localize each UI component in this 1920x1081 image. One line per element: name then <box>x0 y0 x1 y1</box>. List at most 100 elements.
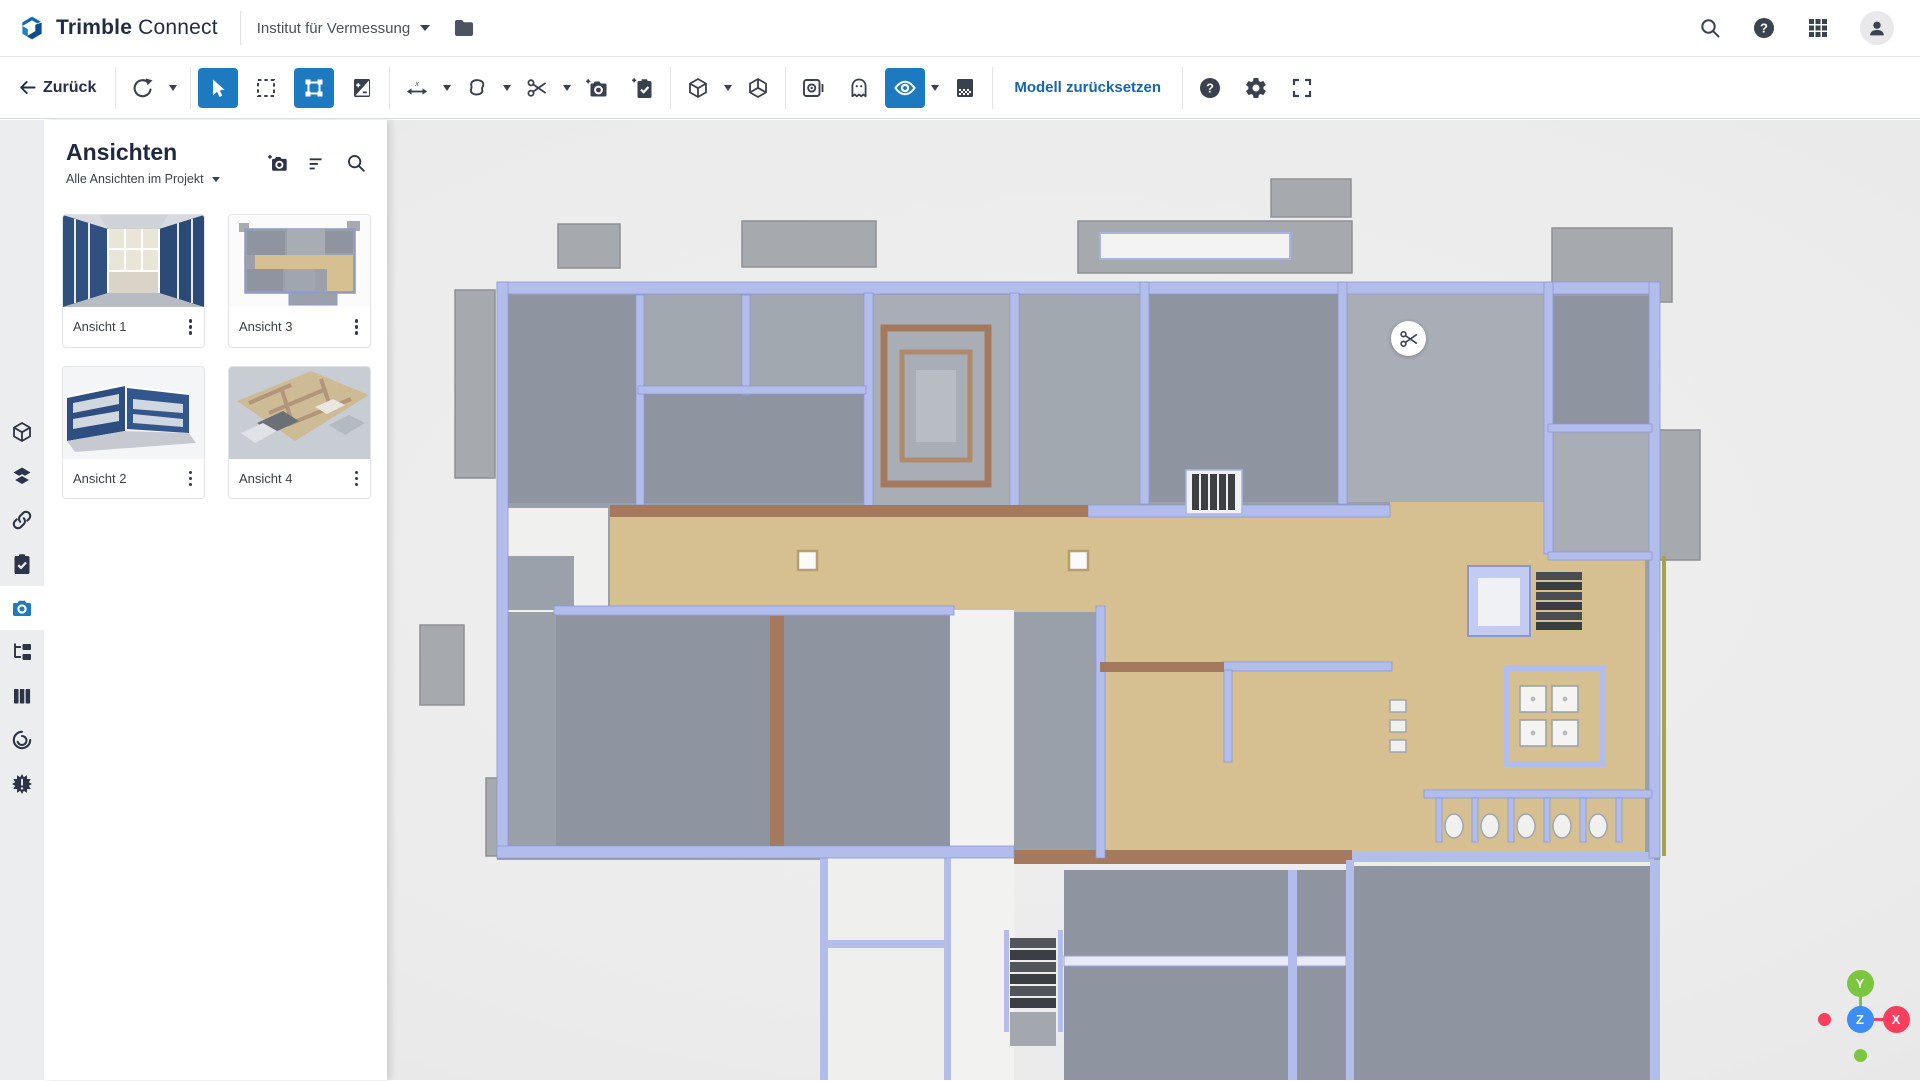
help-icon <box>1198 76 1222 100</box>
views-panel: Ansichten Alle Ansichten im Projekt <box>44 120 387 1080</box>
dither-mode-button[interactable] <box>945 68 985 108</box>
measure-tool-button[interactable] <box>397 68 437 108</box>
help-button[interactable] <box>1752 16 1776 40</box>
measure-tool-dropdown[interactable] <box>437 68 457 108</box>
apps-button[interactable] <box>1806 16 1830 40</box>
lasso-tool-dropdown[interactable] <box>497 68 517 108</box>
visibility-button[interactable] <box>885 68 925 108</box>
search-icon <box>1698 16 1722 40</box>
toolbar-separator <box>670 67 671 109</box>
view-card[interactable]: Ansicht 2 <box>62 366 205 499</box>
app-header: Trimble Connect Institut für Vermessung <box>0 0 1920 57</box>
view-card-menu-button[interactable] <box>185 317 196 336</box>
burst-icon <box>10 772 34 796</box>
lasso-icon <box>465 76 489 100</box>
orbit-tool-dropdown[interactable] <box>163 68 183 108</box>
rail-item-clashes[interactable] <box>0 762 44 806</box>
rail-item-orbit-settings[interactable] <box>0 718 44 762</box>
rail-item-hierarchy[interactable] <box>0 630 44 674</box>
rail-item-layers[interactable] <box>0 454 44 498</box>
scissors-icon <box>525 76 549 100</box>
section-tool-button[interactable] <box>517 68 557 108</box>
axis-x-label: X <box>1892 1012 1901 1027</box>
arrow-left-icon <box>18 78 37 97</box>
reset-model-button[interactable]: Modell zurücksetzen <box>1000 79 1175 96</box>
view-card[interactable]: Ansicht 1 <box>62 214 205 347</box>
view-cube-button[interactable] <box>678 68 718 108</box>
sort-views-button[interactable] <box>306 152 328 174</box>
clipboard-plus-icon <box>631 76 655 100</box>
measure-icon <box>405 76 429 100</box>
marquee-select-button[interactable] <box>246 68 286 108</box>
cube-wire-icon <box>746 76 770 100</box>
axis-x-negative-handle[interactable] <box>1818 1013 1831 1026</box>
framed-view-icon <box>801 76 825 100</box>
view-card-label: Ansicht 1 <box>73 319 126 334</box>
search-button[interactable] <box>1698 16 1722 40</box>
view-thumbnail-isometric[interactable] <box>229 367 370 459</box>
camera-plus-icon <box>585 76 609 100</box>
select-tool-button[interactable] <box>198 68 238 108</box>
toolbar-separator <box>785 67 786 109</box>
toolbar-separator <box>190 67 191 109</box>
axis-y-negative-handle[interactable] <box>1854 1049 1867 1062</box>
camera-plus-icon <box>267 152 289 174</box>
toolbar-help-button[interactable] <box>1190 68 1230 108</box>
rail-item-todos[interactable] <box>0 542 44 586</box>
transform-tool-button[interactable] <box>294 68 334 108</box>
visibility-dropdown[interactable] <box>925 68 945 108</box>
scissors-icon <box>1398 328 1420 350</box>
rail-item-tables[interactable] <box>0 674 44 718</box>
orbit-tool-button[interactable] <box>123 68 163 108</box>
view-card-menu-button[interactable] <box>351 469 362 488</box>
viewer-toolbar: Zurück Modell zurücksetzen <box>0 57 1920 119</box>
project-selector[interactable]: Institut für Vermessung <box>257 20 430 37</box>
section-tool-dropdown[interactable] <box>557 68 577 108</box>
invert-selection-button[interactable] <box>342 68 382 108</box>
folder-icon <box>452 16 476 40</box>
section-plane-handle[interactable] <box>1391 321 1426 356</box>
framed-view-button[interactable] <box>793 68 833 108</box>
axis-z-handle[interactable]: Z <box>1847 1006 1874 1033</box>
view-card-menu-button[interactable] <box>185 469 196 488</box>
view-card[interactable]: Ansicht 3 <box>228 214 371 347</box>
rail-item-models[interactable] <box>0 410 44 454</box>
chevron-down-icon <box>212 177 220 182</box>
view-card-menu-button[interactable] <box>351 317 362 336</box>
clipboard-check-icon <box>10 552 34 576</box>
wireframe-cube-button[interactable] <box>738 68 778 108</box>
lasso-tool-button[interactable] <box>457 68 497 108</box>
fullscreen-icon <box>1290 76 1314 100</box>
rail-item-views[interactable] <box>0 586 44 630</box>
view-thumbnail-exterior[interactable] <box>63 367 204 459</box>
project-folder-button[interactable] <box>452 16 476 40</box>
back-button[interactable]: Zurück <box>14 78 108 97</box>
view-thumbnail-floorplan[interactable] <box>229 215 370 307</box>
trimble-connect-logo[interactable]: Trimble Connect <box>0 0 240 56</box>
add-view-button[interactable] <box>267 152 289 174</box>
rail-item-links[interactable] <box>0 498 44 542</box>
brand-name: Trimble Connect <box>56 16 218 40</box>
account-button[interactable] <box>1860 11 1894 45</box>
link-icon <box>10 508 34 532</box>
axis-x-handle[interactable]: X <box>1883 1006 1910 1033</box>
search-views-button[interactable] <box>345 152 367 174</box>
add-todo-button[interactable] <box>623 68 663 108</box>
dither-icon <box>953 76 977 100</box>
axis-gizmo[interactable]: Y Z X <box>1798 957 1920 1081</box>
view-card[interactable]: Ansicht 4 <box>228 366 371 499</box>
project-name: Institut für Vermessung <box>257 20 410 37</box>
views-filter-dropdown[interactable]: Alle Ansichten im Projekt <box>66 172 267 186</box>
view-thumbnail-atrium[interactable] <box>63 215 204 307</box>
apps-grid-icon <box>1806 16 1830 40</box>
axis-y-handle[interactable]: Y <box>1847 970 1874 997</box>
settings-button[interactable] <box>1236 68 1276 108</box>
add-snapshot-button[interactable] <box>577 68 617 108</box>
view-card-label: Ansicht 2 <box>73 471 126 486</box>
side-rail <box>0 120 44 1080</box>
views-filter-label: Alle Ansichten im Projekt <box>66 172 204 186</box>
ghost-icon <box>847 76 871 100</box>
fullscreen-button[interactable] <box>1282 68 1322 108</box>
view-cube-dropdown[interactable] <box>718 68 738 108</box>
ghost-mode-button[interactable] <box>839 68 879 108</box>
